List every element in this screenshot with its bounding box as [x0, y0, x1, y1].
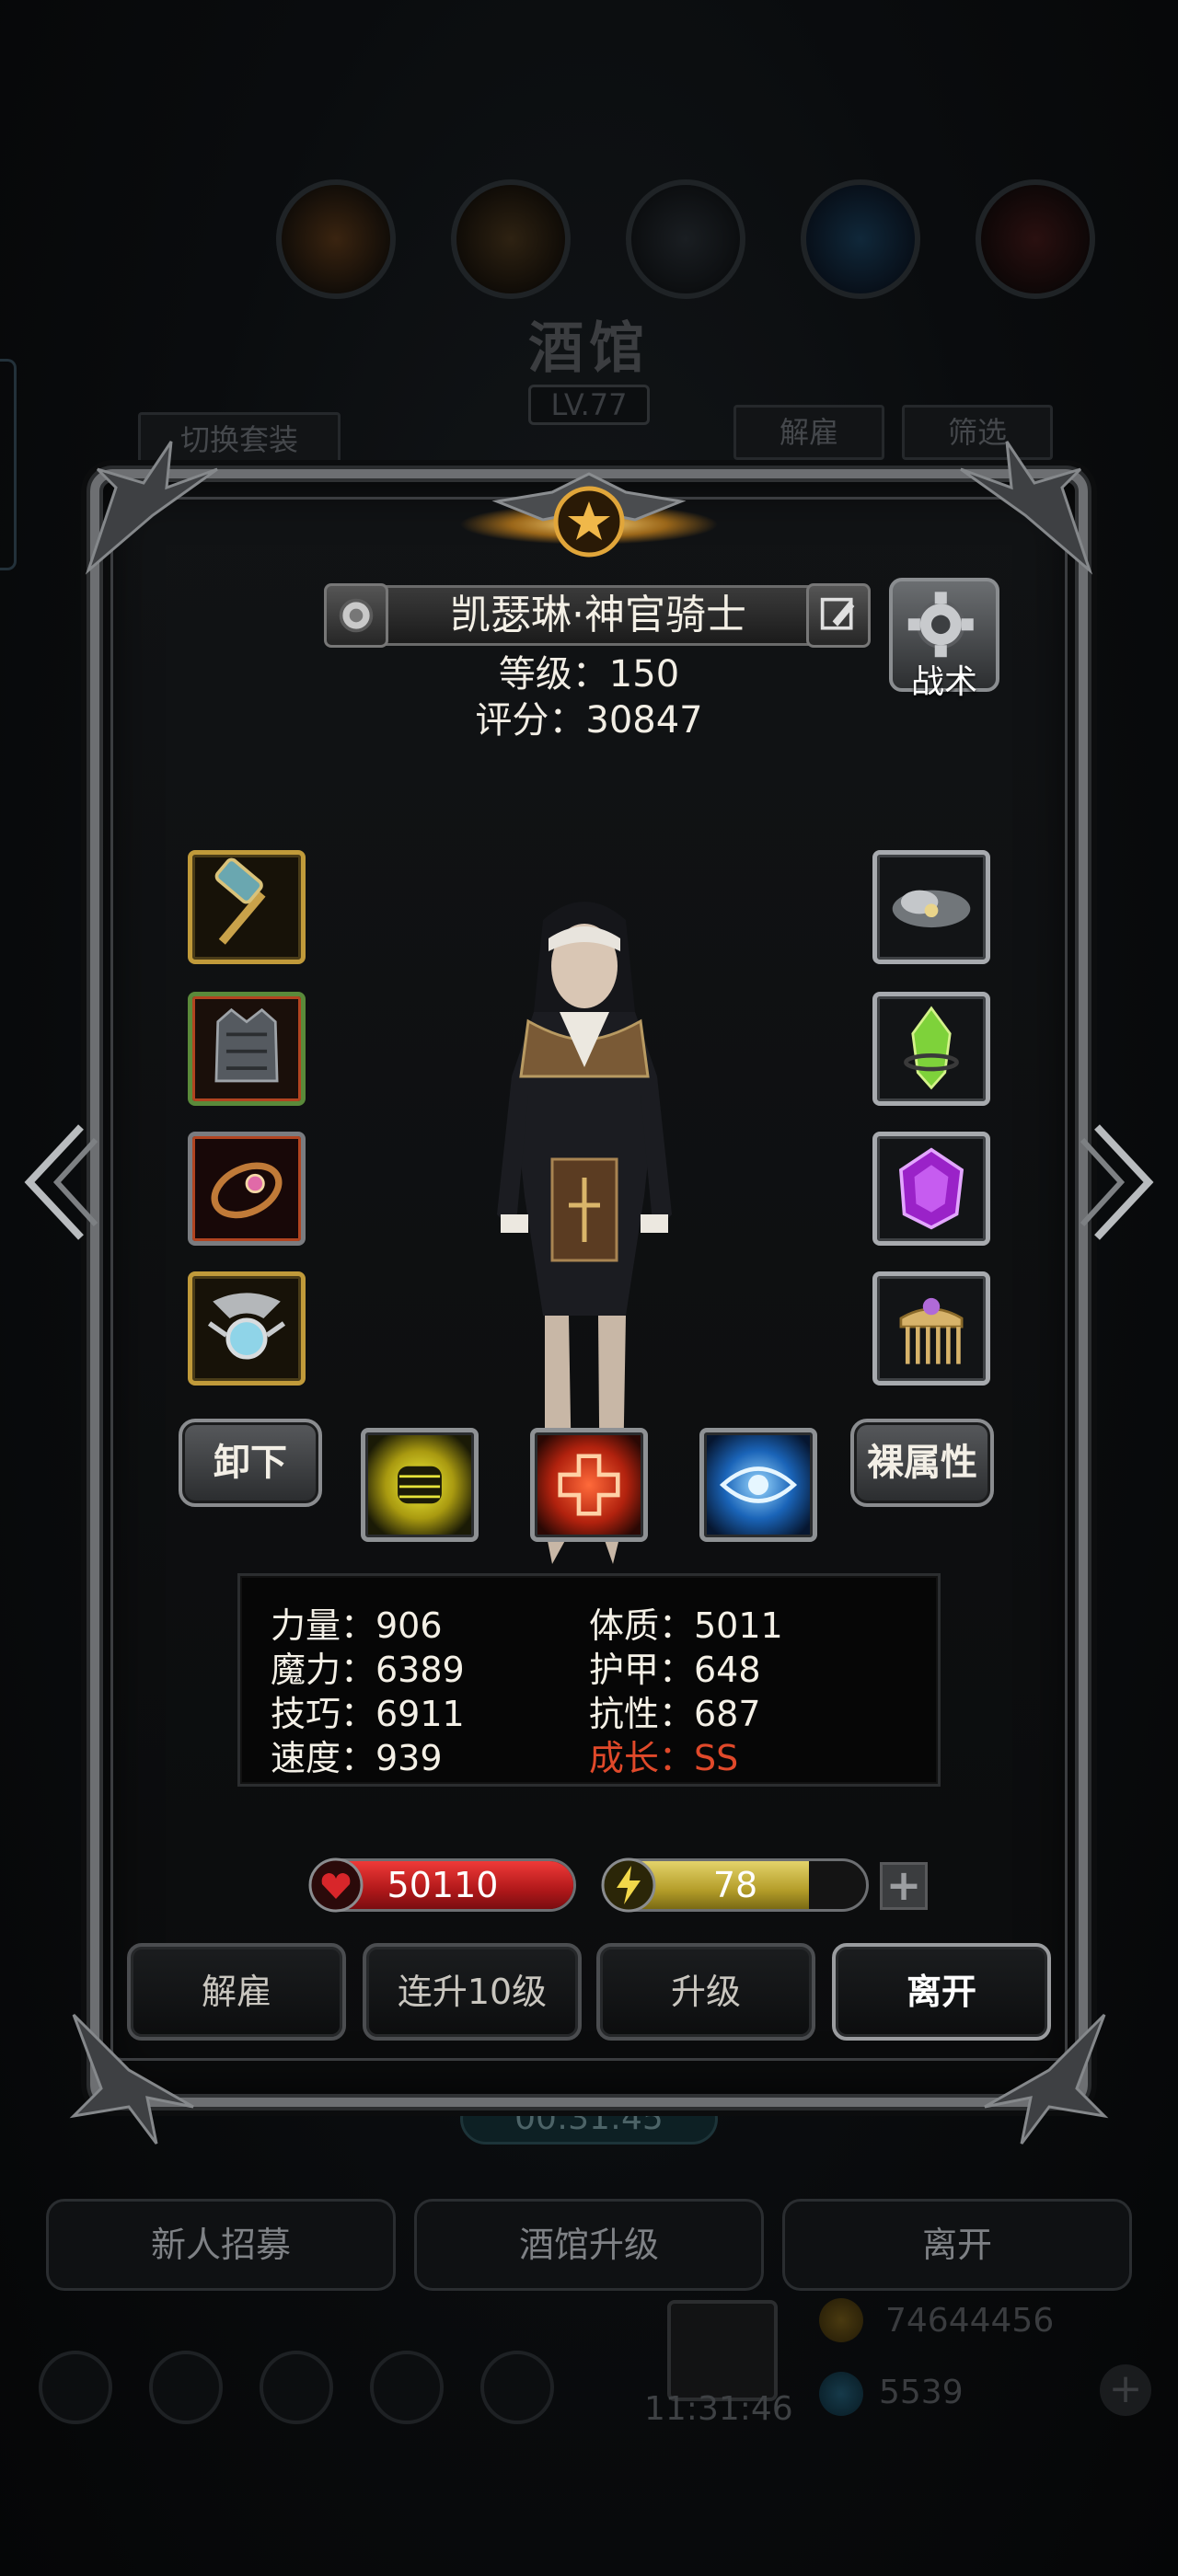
hp-value: 50110 — [387, 1865, 499, 1905]
healer-attribute-button[interactable] — [530, 1428, 648, 1542]
level-up-button[interactable]: 升级 — [596, 1943, 815, 2041]
panel-crest-emblem — [460, 472, 718, 558]
accessory-slot-4[interactable] — [872, 1271, 990, 1386]
level-up-10-button[interactable]: 连升10级 — [363, 1943, 582, 2041]
accessory-slot-1[interactable] — [872, 850, 990, 964]
accessory-slot-2[interactable] — [872, 992, 990, 1106]
stat-skill: 技巧：6911 — [271, 1694, 465, 1734]
corner-ornament — [960, 441, 1093, 575]
energy-value: 78 — [712, 1865, 758, 1905]
dismiss-button[interactable]: 解雇 — [127, 1943, 346, 2041]
purple-gem-icon — [898, 1147, 964, 1230]
bg-bottom-icon[interactable] — [149, 2351, 223, 2424]
gold-amount: 74644456 — [885, 2302, 1055, 2340]
stat-armor: 护甲：648 — [589, 1650, 761, 1690]
cloud-ring-icon — [892, 890, 971, 928]
hero-score: 评分：30847 — [475, 699, 703, 742]
spiked-armor-icon — [214, 1007, 279, 1083]
tactics-label: 战术 — [910, 663, 977, 701]
new-recruit-button[interactable]: 新人招募 — [46, 2199, 396, 2291]
accessory-slot-3[interactable] — [872, 1132, 990, 1246]
stat-growth: 成长：SS — [589, 1738, 739, 1778]
comb-icon — [899, 1297, 964, 1364]
stat-magic: 魔力：6389 — [271, 1650, 465, 1690]
magic-attribute-button[interactable] — [699, 1428, 817, 1542]
bg-menu-circle — [276, 179, 396, 299]
leave-button[interactable]: 离开 — [832, 1943, 1051, 2041]
gold-coin-icon — [819, 2298, 863, 2342]
bg-menu-circle — [451, 179, 571, 299]
tavern-upgrade-button[interactable]: 酒馆升级 — [414, 2199, 764, 2291]
medical-cross-icon — [558, 1454, 620, 1516]
bg-bottom-icon[interactable] — [370, 2351, 444, 2424]
amulet-icon — [207, 1293, 286, 1360]
armor-slot[interactable] — [188, 992, 306, 1106]
bg-menu-circle — [976, 179, 1095, 299]
add-energy-button[interactable]: + — [880, 1862, 928, 1910]
gem-amount: 5539 — [879, 2374, 964, 2411]
bg-menu-circle — [801, 179, 920, 299]
bg-dismiss-button[interactable]: 解雇 — [733, 405, 884, 460]
naked-attributes-button[interactable]: 裸属性 — [850, 1419, 994, 1507]
ring-slot[interactable] — [188, 1132, 306, 1246]
tavern-title: 酒馆 — [528, 316, 650, 381]
bg-bottom-icon[interactable] — [39, 2351, 112, 2424]
ring-icon — [211, 1162, 283, 1219]
gem-icon — [819, 2372, 863, 2416]
necklace-slot[interactable] — [188, 1271, 306, 1386]
tavern-level-badge: LV.77 — [528, 385, 650, 425]
bg-bottom-icon[interactable] — [480, 2351, 554, 2424]
green-crystal-icon — [904, 1006, 959, 1090]
previous-hero-arrow[interactable] — [17, 1118, 99, 1247]
stat-resistance: 抗性：687 — [589, 1694, 761, 1734]
stat-speed: 速度：939 — [271, 1738, 443, 1778]
hero-name: 凯瑟琳·神官骑士 — [450, 592, 746, 638]
stat-constitution: 体质：5011 — [589, 1605, 783, 1646]
side-tab — [0, 359, 17, 570]
weapon-slot[interactable] — [188, 850, 306, 964]
stat-strength: 力量：906 — [271, 1605, 443, 1646]
hammer-icon — [214, 857, 266, 945]
gift-box-icon[interactable] — [667, 2300, 778, 2401]
bg-leave-button[interactable]: 离开 — [782, 2199, 1132, 2291]
bg-menu-circle — [626, 179, 745, 299]
unequip-button[interactable]: 卸下 — [179, 1419, 322, 1507]
clock-text: 11:31:46 — [644, 2390, 793, 2428]
strength-attribute-button[interactable] — [361, 1428, 479, 1542]
add-currency-icon[interactable]: + — [1100, 2364, 1151, 2416]
fist-icon — [398, 1466, 442, 1504]
bg-bottom-icon[interactable] — [260, 2351, 333, 2424]
next-hero-arrow[interactable] — [1079, 1118, 1161, 1247]
eye-icon — [719, 1466, 798, 1503]
corner-ornament — [85, 441, 218, 575]
